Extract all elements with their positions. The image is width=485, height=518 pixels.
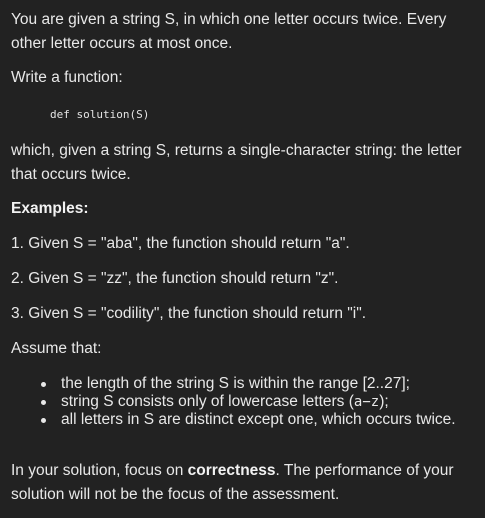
- write-function-label: Write a function:: [11, 69, 123, 86]
- task-description-panel: You are given a string S, in which one l…: [0, 0, 485, 518]
- focus-note-correctness: correctness: [187, 462, 276, 479]
- assumption-lowercase-prefix: string S consists only of lowercase lett…: [61, 393, 354, 410]
- assumption-lowercase-range: a−z: [353, 394, 380, 410]
- example-3: 3. Given S = "codility", the function sh…: [11, 305, 367, 322]
- examples-heading-text: Examples:: [11, 200, 89, 217]
- assumption-item-distinct: all letters in S are distinct except one…: [41, 411, 461, 429]
- task-intro: You are given a string S, in which one l…: [11, 11, 447, 52]
- example-2: 2. Given S = "zz", the function should r…: [11, 270, 339, 287]
- examples-heading: Examples:: [11, 197, 475, 221]
- assume-label: Assume that:: [11, 340, 102, 357]
- assumptions-list: the length of the string S is within the…: [33, 375, 461, 429]
- assumption-lowercase-suffix: );: [379, 393, 389, 410]
- focus-note-prefix: In your solution, focus on: [11, 462, 188, 479]
- function-signature: def solution(S): [50, 108, 150, 121]
- example-1: 1. Given S = "aba", the function should …: [11, 235, 350, 252]
- assumption-item-lowercase: string S consists only of lowercase lett…: [41, 393, 461, 411]
- function-description: which, given a string S, returns a singl…: [11, 142, 462, 183]
- focus-note: In your solution, focus on correctness. …: [11, 459, 475, 507]
- assumption-item-length: the length of the string S is within the…: [41, 375, 461, 393]
